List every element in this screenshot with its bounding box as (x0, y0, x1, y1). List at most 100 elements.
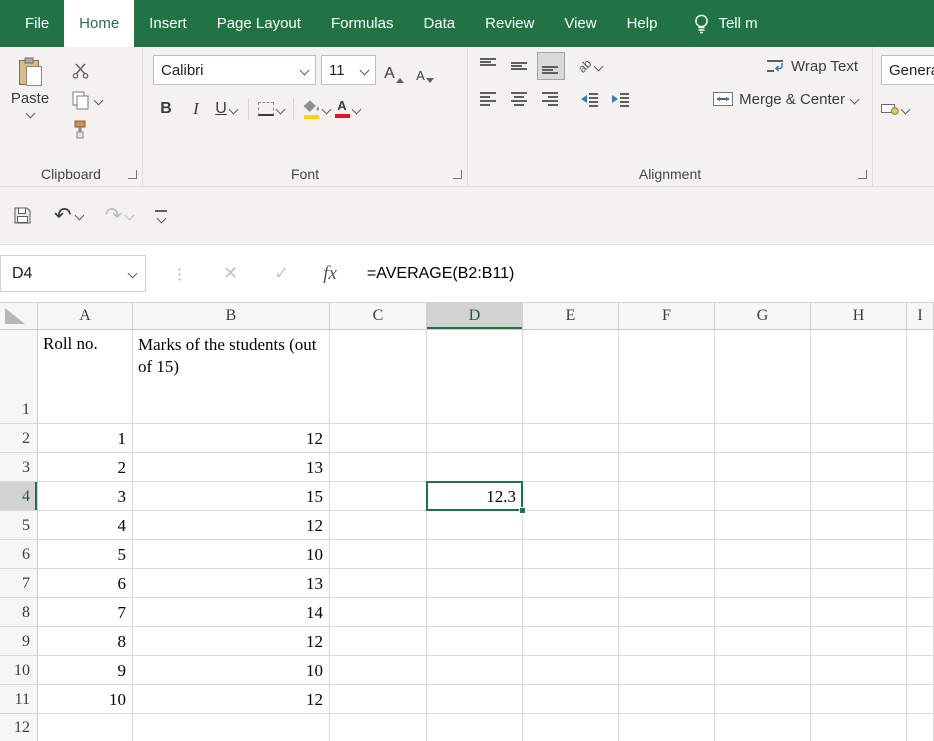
bold-button[interactable]: B (153, 96, 179, 122)
row-header-5[interactable]: 5 (0, 511, 38, 540)
cell-A2[interactable]: 1 (38, 424, 133, 453)
tab-review[interactable]: Review (470, 0, 549, 47)
cell-D10[interactable] (427, 656, 523, 685)
font-size-select[interactable]: 11 (321, 55, 376, 85)
format-painter-button[interactable] (72, 119, 102, 139)
decrease-font-size-button[interactable]: A (412, 57, 438, 83)
row-header-3[interactable]: 3 (0, 453, 38, 482)
col-header-G[interactable]: G (715, 303, 811, 330)
copy-button[interactable] (72, 90, 104, 110)
row-header-11[interactable]: 11 (0, 685, 38, 714)
tab-view[interactable]: View (549, 0, 611, 47)
cell-F2[interactable] (619, 424, 715, 453)
cell-C1[interactable] (330, 330, 427, 424)
merge-center-button[interactable]: Merge & Center (713, 91, 860, 108)
row-header-9[interactable]: 9 (0, 627, 38, 656)
cell-G5[interactable] (715, 511, 811, 540)
orientation-chevron[interactable] (593, 61, 604, 71)
fill-color-chevron[interactable] (321, 104, 332, 114)
cell-F11[interactable] (619, 685, 715, 714)
tab-page-layout[interactable]: Page Layout (202, 0, 316, 47)
cell-F12[interactable] (619, 714, 715, 741)
row-header-8[interactable]: 8 (0, 598, 38, 627)
cell-H8[interactable] (811, 598, 907, 627)
number-format-select[interactable]: Genera (881, 55, 934, 85)
cell-D5[interactable] (427, 511, 523, 540)
cell-E11[interactable] (523, 685, 619, 714)
cell-E9[interactable] (523, 627, 619, 656)
cell-B6[interactable]: 10 (133, 540, 330, 569)
orientation-button[interactable]: ab (575, 53, 604, 79)
cell-D3[interactable] (427, 453, 523, 482)
cell-B2[interactable]: 12 (133, 424, 330, 453)
cell-A12[interactable] (38, 714, 133, 741)
cell-D4[interactable]: 12.3 (426, 481, 526, 514)
cell-C5[interactable] (330, 511, 427, 540)
cell-G3[interactable] (715, 453, 811, 482)
cell-F3[interactable] (619, 453, 715, 482)
cell-D1[interactable] (427, 330, 523, 424)
col-header-C[interactable]: C (330, 303, 427, 330)
cell-B5[interactable]: 12 (133, 511, 330, 540)
fill-handle[interactable] (519, 507, 526, 514)
row-header-1[interactable]: 1 (0, 330, 38, 424)
paste-button[interactable]: Paste (0, 47, 60, 162)
align-left-button[interactable] (476, 86, 502, 112)
customize-qat-button[interactable] (155, 209, 168, 223)
merge-center-chevron[interactable] (849, 94, 860, 104)
wrap-text-button[interactable]: Wrap Text (767, 58, 858, 75)
cell-C7[interactable] (330, 569, 427, 598)
col-header-D[interactable]: D (427, 303, 523, 330)
middle-align-button[interactable] (507, 53, 533, 79)
cell-G11[interactable] (715, 685, 811, 714)
col-header-I[interactable]: I (907, 303, 934, 330)
bottom-align-button[interactable] (537, 52, 565, 80)
cell-C2[interactable] (330, 424, 427, 453)
align-center-button[interactable] (507, 86, 533, 112)
tab-formulas[interactable]: Formulas (316, 0, 409, 47)
cell-C10[interactable] (330, 656, 427, 685)
tab-help[interactable]: Help (612, 0, 673, 47)
cell-H6[interactable] (811, 540, 907, 569)
tab-data[interactable]: Data (408, 0, 470, 47)
cell-E7[interactable] (523, 569, 619, 598)
formula-bar-grip[interactable]: ⋮ (172, 265, 187, 283)
row-header-4[interactable]: 4 (0, 482, 38, 511)
col-header-E[interactable]: E (523, 303, 619, 330)
cell-C6[interactable] (330, 540, 427, 569)
cell-A10[interactable]: 9 (38, 656, 133, 685)
cell-G12[interactable] (715, 714, 811, 741)
cell-C12[interactable] (330, 714, 427, 741)
cell-E4[interactable] (523, 482, 619, 511)
clipboard-dialog-launcher[interactable] (128, 170, 137, 179)
cell-F6[interactable] (619, 540, 715, 569)
cell-F8[interactable] (619, 598, 715, 627)
cell-I9[interactable] (907, 627, 934, 656)
accounting-format-chevron[interactable] (900, 104, 911, 114)
cell-D9[interactable] (427, 627, 523, 656)
underline-button[interactable]: U (213, 96, 239, 122)
cell-E10[interactable] (523, 656, 619, 685)
cell-I10[interactable] (907, 656, 934, 685)
align-right-button[interactable] (538, 86, 564, 112)
tell-me-button[interactable]: Tell m (694, 0, 758, 47)
cell-I7[interactable] (907, 569, 934, 598)
cell-H9[interactable] (811, 627, 907, 656)
cell-H2[interactable] (811, 424, 907, 453)
paste-dropdown-chevron[interactable] (25, 108, 35, 119)
alignment-dialog-launcher[interactable] (858, 170, 867, 179)
cell-D2[interactable] (427, 424, 523, 453)
cell-A8[interactable]: 7 (38, 598, 133, 627)
cell-H5[interactable] (811, 511, 907, 540)
borders-chevron[interactable] (275, 104, 286, 114)
increase-indent-button[interactable] (608, 86, 634, 112)
cell-G7[interactable] (715, 569, 811, 598)
cell-E6[interactable] (523, 540, 619, 569)
cell-I5[interactable] (907, 511, 934, 540)
enter-button[interactable]: ✓ (274, 263, 289, 284)
fill-color-button[interactable] (303, 96, 332, 122)
cell-C8[interactable] (330, 598, 427, 627)
cell-I1[interactable] (907, 330, 934, 424)
cell-I12[interactable] (907, 714, 934, 741)
cell-D12[interactable] (427, 714, 523, 741)
